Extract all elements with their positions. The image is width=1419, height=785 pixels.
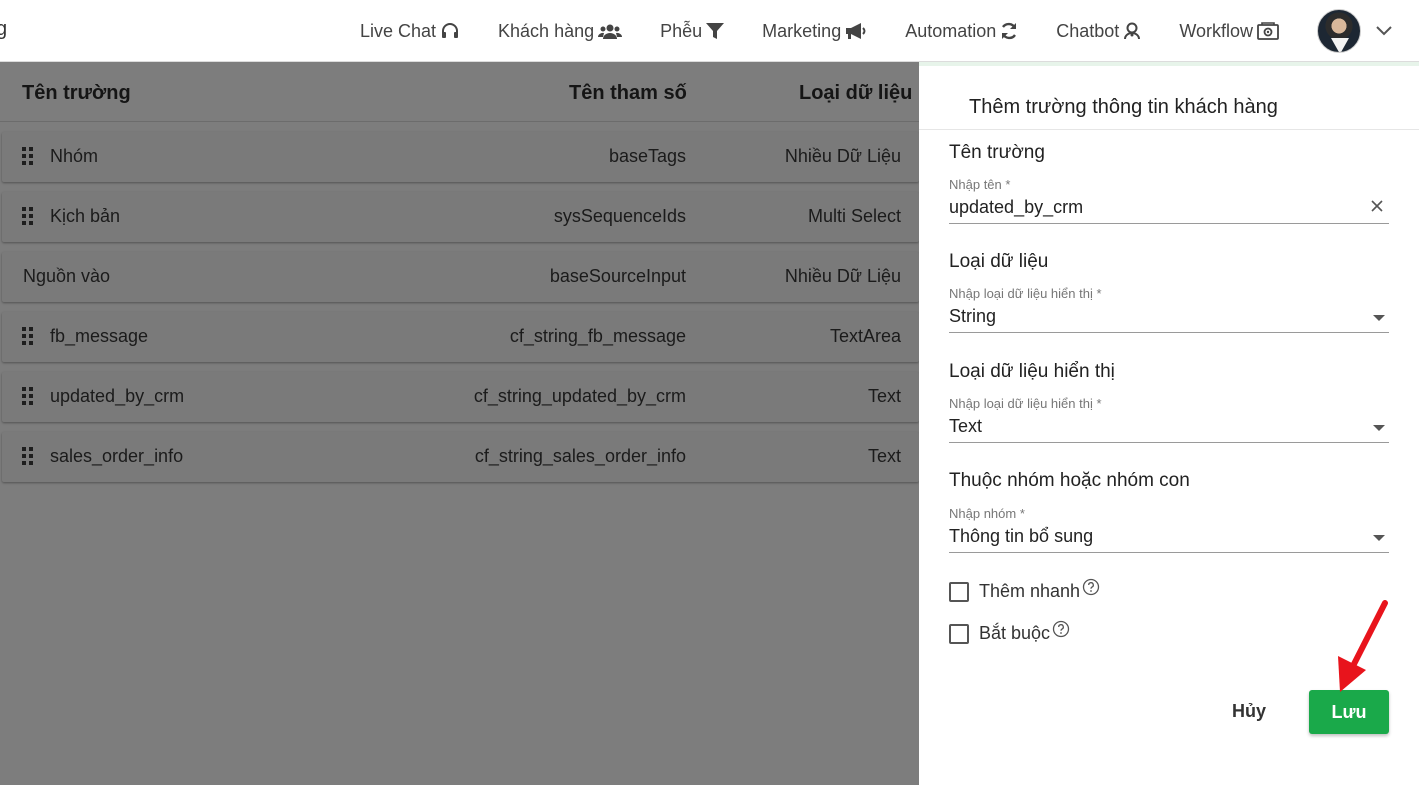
save-button[interactable]: Lưu [1309, 690, 1389, 734]
table-row[interactable]: sales_order_info cf_string_sales_order_i… [2, 432, 919, 482]
nav-label: Workflow [1179, 20, 1253, 41]
table-row[interactable]: Kịch bản sysSequenceIds Multi Select [2, 192, 919, 242]
nav-label: Marketing [762, 20, 842, 41]
table-row[interactable]: updated_by_crm cf_string_updated_by_crm … [2, 372, 919, 422]
display-type-select[interactable]: Text [949, 413, 1389, 443]
row-type: Multi Select [807, 206, 901, 226]
drag-handle-icon[interactable] [22, 447, 34, 465]
display-type-label: Loại dữ liệu hiển thị [949, 361, 1115, 382]
nav-label: Phễu [660, 20, 703, 41]
row-type: Text [867, 446, 901, 466]
sync-icon [1002, 22, 1017, 40]
divider [919, 129, 1419, 130]
nav-customers[interactable]: Khách hàng [498, 20, 623, 42]
dropdown-arrow-icon [1373, 425, 1385, 431]
drag-handle-icon[interactable] [22, 387, 34, 405]
table-row[interactable]: fb_message cf_string_fb_message TextArea [2, 312, 919, 362]
field-name-hint: Nhập tên * [949, 177, 1011, 192]
user-avatar[interactable] [1317, 9, 1361, 53]
top-navbar: g Live Chat Khách hàng Phễu Marketing Au… [0, 0, 1419, 62]
data-type-select[interactable]: String [949, 303, 1389, 333]
column-header-name: Tên trường [22, 82, 131, 104]
row-param: baseSourceInput [549, 266, 686, 286]
quick-add-checkbox-row[interactable]: Thêm nhanh [949, 578, 1100, 602]
group-value: Thông tin bổ sung [949, 526, 1094, 546]
row-name: Nguồn vào [23, 266, 111, 286]
custom-fields-table: Tên trường Tên tham số Loại dữ liệu Nhóm… [0, 62, 919, 482]
dropdown-arrow-icon [1373, 315, 1385, 321]
panel-title: Thêm trường thông tin khách hàng [969, 96, 1278, 118]
row-name: sales_order_info [50, 446, 184, 466]
row-param: cf_string_updated_by_crm [473, 386, 686, 406]
row-name: fb_message [50, 326, 149, 346]
nav-marketing[interactable]: Marketing [762, 21, 867, 42]
column-header-type: Loại dữ liệu [799, 82, 913, 104]
row-param: baseTags [608, 146, 686, 166]
workflow-icon [1257, 22, 1279, 40]
headset-icon [442, 23, 459, 38]
data-type-label: Loại dữ liệu [949, 251, 1049, 272]
data-type-value: String [949, 306, 997, 326]
nav-automation[interactable]: Automation [905, 21, 1018, 42]
required-checkbox[interactable] [949, 623, 969, 644]
group-label: Thuộc nhóm hoặc nhóm con [949, 470, 1190, 491]
main-nav: Live Chat Khách hàng Phễu Marketing Auto… [360, 0, 1419, 62]
required-checkbox-row[interactable]: Bắt buộc [949, 620, 1070, 644]
cancel-button[interactable]: Hủy [1223, 690, 1275, 732]
brand-text-fragment: g [0, 18, 8, 40]
row-name: updated_by_crm [50, 386, 185, 406]
group-hint: Nhập nhóm * [949, 506, 1025, 521]
funnel-icon [706, 23, 725, 39]
row-type: Nhiều Dữ Liệu [784, 146, 901, 166]
nav-label: Chatbot [1056, 20, 1120, 41]
group-select[interactable]: Thông tin bổ sung [949, 523, 1389, 553]
clear-icon[interactable] [1371, 200, 1383, 212]
nav-label: Khách hàng [498, 20, 595, 41]
nav-label: Live Chat [359, 20, 437, 41]
field-name-input[interactable]: updated_by_crm [949, 194, 1389, 224]
row-type: Nhiều Dữ Liệu [784, 266, 901, 286]
nav-chatbot[interactable]: Chatbot [1056, 21, 1141, 42]
table-row[interactable]: Nhóm baseTags Nhiều Dữ Liệu [2, 132, 919, 182]
drag-handle-icon[interactable] [22, 147, 34, 165]
users-icon [598, 24, 623, 39]
nav-label: Automation [905, 20, 997, 41]
drag-handle-icon[interactable] [22, 327, 34, 345]
help-icon[interactable] [1052, 620, 1070, 638]
quick-add-checkbox[interactable] [949, 581, 969, 602]
row-name: Kịch bản [50, 206, 121, 226]
nav-workflow[interactable]: Workflow [1179, 21, 1279, 42]
nav-funnel[interactable]: Phễu [660, 20, 725, 42]
help-icon[interactable] [1082, 578, 1100, 596]
field-name-value: updated_by_crm [949, 197, 1084, 217]
field-name-label: Tên trường [949, 142, 1045, 163]
row-param: sysSequenceIds [553, 206, 686, 226]
column-header-param: Tên tham số [569, 82, 687, 104]
required-label: Bắt buộc [979, 623, 1051, 643]
display-type-hint: Nhập loại dữ liệu hiển thị * [949, 396, 1102, 411]
quick-add-label: Thêm nhanh [979, 581, 1081, 601]
display-type-value: Text [949, 416, 983, 436]
megaphone-icon [846, 23, 866, 39]
robot-icon [1124, 22, 1141, 40]
row-name: Nhóm [50, 146, 99, 166]
drag-handle-icon[interactable] [22, 207, 34, 225]
data-type-hint: Nhập loại dữ liệu hiển thị * [949, 286, 1102, 301]
row-type: TextArea [829, 326, 901, 346]
row-param: cf_string_sales_order_info [474, 446, 686, 466]
row-type: Text [867, 386, 901, 406]
chevron-down-icon[interactable] [1375, 25, 1393, 37]
row-param: cf_string_fb_message [509, 326, 686, 346]
table-header: Tên trường Tên tham số Loại dữ liệu [0, 62, 919, 122]
nav-live-chat[interactable]: Live Chat [360, 21, 460, 42]
dropdown-arrow-icon [1373, 535, 1385, 541]
annotation-arrow-icon [1338, 600, 1388, 692]
table-row[interactable]: Nguồn vào baseSourceInput Nhiều Dữ Liệu [2, 252, 919, 302]
